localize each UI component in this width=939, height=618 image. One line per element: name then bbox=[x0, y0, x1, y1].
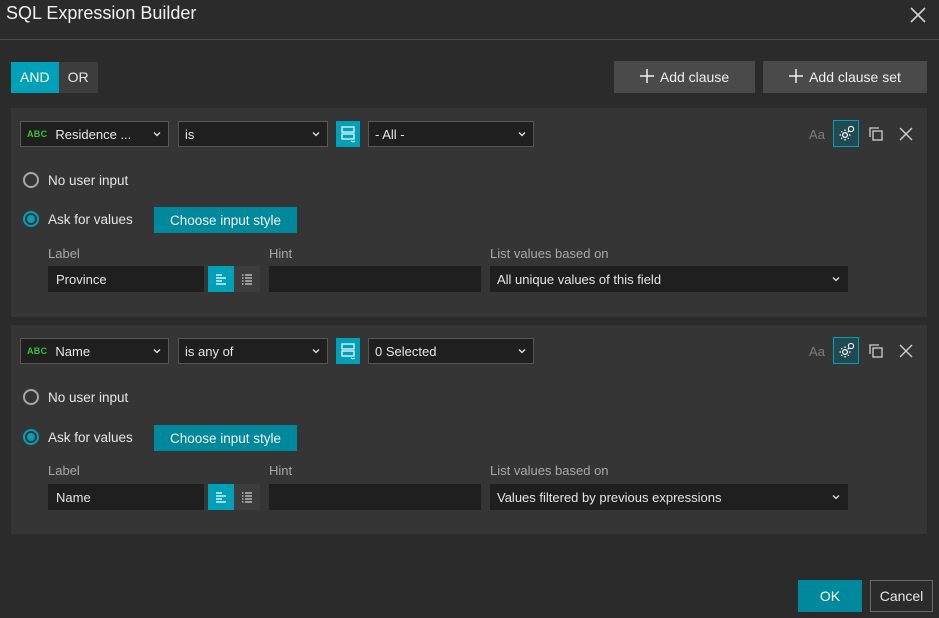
chevron-down-icon bbox=[832, 277, 840, 282]
value-source-icon bbox=[341, 343, 356, 360]
ask-for-values-toggle[interactable] bbox=[833, 337, 859, 364]
label-caption: Label bbox=[48, 246, 80, 261]
value-source-button[interactable] bbox=[336, 121, 360, 147]
clause-card: ABC Name is any of 0 Selected Aa No user… bbox=[11, 325, 927, 534]
value-source-icon bbox=[341, 126, 356, 143]
field-select[interactable]: ABC Name bbox=[20, 338, 169, 364]
list-values-select-value: All unique values of this field bbox=[497, 271, 662, 287]
gear-icon bbox=[839, 342, 855, 357]
duplicate-icon[interactable] bbox=[863, 121, 889, 147]
chevron-down-icon bbox=[153, 349, 161, 354]
field-select-value: Name bbox=[55, 343, 91, 359]
operator-select[interactable]: is bbox=[178, 121, 328, 147]
chevron-down-icon bbox=[312, 132, 320, 137]
list-values-caption: List values based on bbox=[490, 463, 609, 478]
add-clause-label: Add clause bbox=[659, 69, 730, 85]
duplicate-icon[interactable] bbox=[863, 338, 889, 364]
hint-input[interactable] bbox=[269, 266, 481, 292]
value-select-value: 0 Selected bbox=[375, 343, 437, 359]
operator-select-value: is any of bbox=[185, 343, 234, 359]
align-left-icon bbox=[216, 274, 226, 285]
label-input[interactable]: Province bbox=[48, 266, 204, 292]
plus-icon bbox=[639, 67, 654, 87]
operator-select-value: is bbox=[185, 126, 195, 142]
no-user-input-label: No user input bbox=[48, 389, 129, 405]
or-button[interactable]: OR bbox=[58, 62, 98, 93]
list-values-select[interactable]: Values filtered by previous expressions bbox=[490, 484, 848, 510]
value-source-button[interactable] bbox=[336, 338, 360, 364]
add-clause-set-button[interactable]: Add clause set bbox=[763, 61, 927, 93]
align-left-button[interactable] bbox=[208, 484, 234, 510]
list-style-button[interactable] bbox=[234, 266, 260, 292]
field-select-value: Residence ... bbox=[55, 126, 132, 142]
no-user-input-option[interactable]: No user input bbox=[23, 172, 128, 188]
hint-caption: Hint bbox=[269, 246, 293, 261]
dialog-title: SQL Expression Builder bbox=[6, 3, 197, 23]
chevron-down-icon bbox=[518, 349, 526, 354]
align-left-button[interactable] bbox=[208, 266, 234, 292]
label-input[interactable]: Name bbox=[48, 484, 204, 510]
list-values-select[interactable]: All unique values of this field bbox=[490, 266, 848, 292]
list-icon bbox=[242, 274, 252, 285]
add-clause-set-label: Add clause set bbox=[809, 69, 901, 85]
value-select[interactable]: 0 Selected bbox=[368, 338, 534, 364]
logic-toggle: AND OR bbox=[11, 62, 98, 93]
and-button[interactable]: AND bbox=[11, 62, 59, 93]
list-values-caption: List values based on bbox=[490, 246, 609, 261]
string-type-icon: ABC bbox=[27, 129, 48, 139]
delete-clause-icon[interactable] bbox=[893, 338, 919, 364]
list-values-select-value: Values filtered by previous expressions bbox=[497, 489, 722, 505]
value-select-value: - All - bbox=[375, 126, 405, 142]
radio-button[interactable] bbox=[23, 211, 39, 227]
chevron-down-icon bbox=[312, 349, 320, 354]
case-sensitive-toggle[interactable]: Aa bbox=[804, 121, 830, 147]
radio-button[interactable] bbox=[23, 429, 39, 445]
align-left-icon bbox=[216, 492, 226, 503]
hint-input[interactable] bbox=[269, 484, 481, 510]
ask-for-values-label: Ask for values bbox=[48, 429, 133, 445]
no-user-input-label: No user input bbox=[48, 172, 129, 188]
ok-button[interactable]: OK bbox=[798, 580, 862, 612]
plus-icon bbox=[789, 67, 804, 87]
ask-for-values-option[interactable]: Ask for values bbox=[23, 211, 133, 227]
case-sensitive-toggle[interactable]: Aa bbox=[804, 338, 830, 364]
chevron-down-icon bbox=[832, 495, 840, 500]
choose-input-style-button[interactable]: Choose input style bbox=[154, 425, 297, 451]
ask-for-values-option[interactable]: Ask for values bbox=[23, 429, 133, 445]
list-icon bbox=[242, 492, 252, 503]
list-style-button[interactable] bbox=[234, 484, 260, 510]
string-type-icon: ABC bbox=[27, 346, 48, 356]
delete-clause-icon[interactable] bbox=[893, 121, 919, 147]
radio-button[interactable] bbox=[23, 389, 39, 405]
add-clause-button[interactable]: Add clause bbox=[614, 61, 755, 93]
label-caption: Label bbox=[48, 463, 80, 478]
operator-select[interactable]: is any of bbox=[178, 338, 328, 364]
radio-button[interactable] bbox=[23, 172, 39, 188]
hint-caption: Hint bbox=[269, 463, 293, 478]
ask-for-values-label: Ask for values bbox=[48, 211, 133, 227]
close-icon[interactable] bbox=[907, 4, 929, 26]
chevron-down-icon bbox=[518, 132, 526, 137]
header-divider bbox=[0, 39, 939, 40]
gear-icon bbox=[839, 125, 855, 140]
no-user-input-option[interactable]: No user input bbox=[23, 389, 128, 405]
choose-input-style-button[interactable]: Choose input style bbox=[154, 207, 297, 233]
clause-card: ABC Residence ... is - All - Aa No user … bbox=[11, 108, 927, 317]
field-select[interactable]: ABC Residence ... bbox=[20, 121, 169, 147]
cancel-button[interactable]: Cancel bbox=[870, 580, 933, 612]
ask-for-values-toggle[interactable] bbox=[833, 120, 859, 147]
value-select[interactable]: - All - bbox=[368, 121, 534, 147]
chevron-down-icon bbox=[153, 132, 161, 137]
